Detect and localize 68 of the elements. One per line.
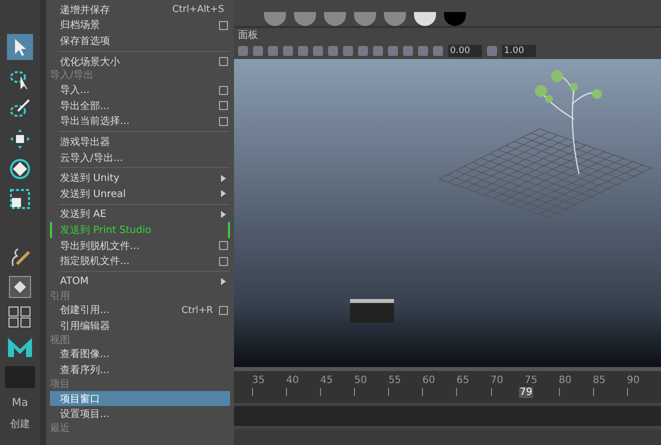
layout-button[interactable] [9,276,31,298]
panel-label: 创建 [10,418,30,431]
menu-item[interactable]: 导出到脱机文件... [50,238,230,254]
frame-number: 55 [388,375,402,386]
frame-number: 80 [558,375,572,386]
menu-item[interactable]: 设置项目... [50,406,230,422]
menu-item[interactable]: 保存首选项 [50,33,230,49]
menu-item[interactable]: 发送到 Unity [50,170,230,186]
number-field[interactable]: 0.00 [448,44,482,56]
panel-menu[interactable]: 面板 [238,28,258,42]
diamond-icon [13,280,27,294]
frame-number: 65 [456,375,470,386]
menu-item[interactable]: ATOM [50,274,230,290]
paint-select-icon[interactable] [9,98,31,120]
panel-label: Ma [12,396,28,409]
menu-item[interactable]: 发送到 Print Studio [50,222,230,238]
frame-number: 35 [252,375,265,386]
menu-item[interactable]: 导入... [50,82,230,98]
rotate-tool-icon[interactable] [9,158,31,180]
option-box-icon[interactable] [219,256,228,266]
frame-number: 75 [524,375,538,386]
option-box-icon[interactable] [219,116,228,126]
menu-section-header: 最近 [50,422,71,436]
move-tool-icon[interactable] [9,128,31,150]
menu-item[interactable]: 指定脱机文件... [50,253,230,269]
frame-number: 50 [354,375,367,386]
frame-number: 90 [626,375,640,386]
option-box-icon[interactable] [219,241,228,250]
frame-number: 85 [592,375,606,386]
panel-background [5,366,35,388]
logo-icon [6,336,34,358]
layout-grid-icon[interactable] [8,306,32,328]
current-frame-label: 79 [518,387,534,398]
menu-item[interactable]: 项目窗口 [50,390,230,406]
menu-item[interactable]: 导出全部... [50,98,230,114]
menu-item[interactable]: 查看序列... [50,362,230,378]
menu-item[interactable]: 优化场景大小 [50,54,230,70]
scale-tool-icon[interactable] [9,188,31,210]
menu-section-header: 视图 [50,334,71,347]
menu-section-header: 项目 [50,378,71,391]
number-field[interactable]: 1.00 [502,44,536,56]
shortcut-label: Ctrl+R [182,304,213,316]
menu-item[interactable]: 发送到 Unreal [50,186,230,202]
option-box-icon[interactable] [219,86,228,95]
option-box-icon[interactable] [219,306,228,315]
menu-item[interactable]: 云导入/导出... [50,150,230,166]
menu-item[interactable]: 归档场景 [50,18,230,34]
menu-item[interactable]: 查看图像... [50,346,230,362]
frame-number: 60 [422,375,436,386]
menu-item[interactable]: 游戏导出器 [50,134,230,150]
brush-icon[interactable] [9,246,31,268]
menu-item[interactable]: 递增并保存 Ctrl+Alt+S [50,2,230,18]
camera-widget [350,299,394,323]
viewport-tool-icon[interactable] [487,46,497,56]
menu-item[interactable]: 创建引用... Ctrl+R [50,302,230,318]
menu-item[interactable]: 发送到 AE [50,206,230,222]
option-box-icon[interactable] [219,20,228,30]
select-tool-icon[interactable] [7,34,33,60]
menu-item[interactable]: 引用编辑器 [50,318,230,334]
menu-section-header: 引用 [50,290,71,302]
frame-number: 45 [320,375,333,386]
frame-number: 40 [286,375,299,386]
shortcut-label: Ctrl+Alt+S [172,4,224,16]
option-box-icon[interactable] [219,101,228,110]
menu-item[interactable]: 导出当前选择... [50,114,230,130]
option-box-icon[interactable] [219,57,228,66]
frame-number: 70 [490,375,504,386]
menu-section-header: 导入/导出 [50,69,94,82]
